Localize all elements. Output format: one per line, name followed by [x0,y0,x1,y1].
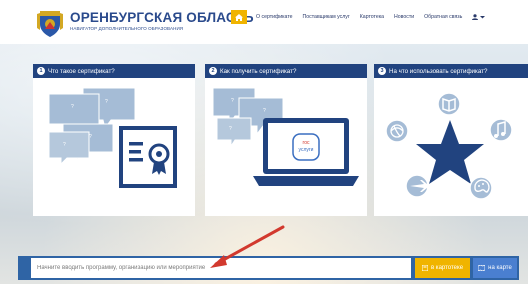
red-pointer-arrow [210,225,285,268]
